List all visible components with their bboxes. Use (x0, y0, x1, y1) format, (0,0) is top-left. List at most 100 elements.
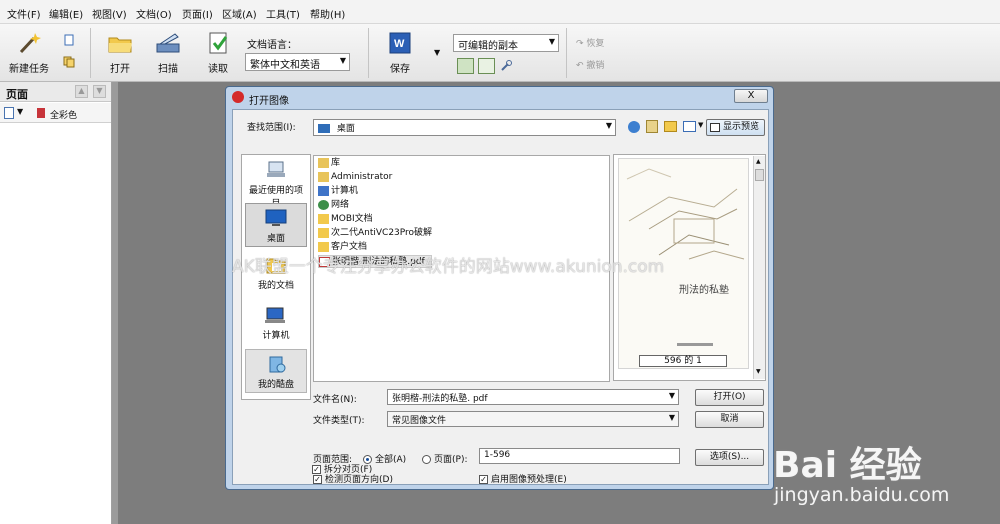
new-folder-icon[interactable] (664, 121, 677, 132)
new-task-button[interactable]: 新建任务 (6, 32, 52, 75)
page-subset-label: 页面(P): (434, 455, 468, 465)
chevron-down-icon[interactable]: ▼ (698, 121, 703, 129)
watermark-baidu-logo: Bai 经验 (773, 445, 922, 486)
restore-button[interactable]: ↷ 恢复 (576, 36, 604, 49)
pages-panel-toolbar: ▼ 全彩色 (0, 103, 111, 123)
checkbox-checked[interactable]: ✓ (479, 475, 488, 484)
show-preview-label: 显示预览 (723, 122, 760, 132)
dialog-title: 打开图像 (249, 96, 289, 107)
list-item[interactable]: 次二代AntiVC23Pro破解 (318, 227, 432, 240)
place-kupan-label: 我的酷盘 (257, 380, 294, 390)
filetype-select[interactable]: 常见图像文件 ▼ (387, 411, 679, 427)
dialog-titlebar[interactable]: 打开图像 X (226, 87, 773, 107)
enable-preprocess-option[interactable]: ✓ 启用图像预处理(E) (479, 472, 567, 485)
svg-text:W: W (394, 38, 405, 50)
doc-language-label: 文档语言： (247, 40, 297, 51)
scroll-down-icon[interactable]: ▼ (756, 368, 761, 375)
open-button[interactable]: 打开 (100, 32, 140, 75)
look-in-select[interactable]: 桌面 ▼ (313, 119, 616, 136)
open-file-button[interactable]: 打开(O) (695, 389, 764, 406)
options-button[interactable]: 选项(S)... (695, 449, 764, 466)
filename-value: 张明楷-刑法的私塾. pdf (392, 394, 488, 404)
copy-icon[interactable] (63, 56, 75, 68)
new-task-label: 新建任务 (9, 64, 49, 75)
panel-splitter[interactable] (112, 82, 118, 524)
library-icon (318, 157, 329, 168)
place-desktop[interactable]: 桌面 (245, 203, 307, 247)
menu-edit[interactable]: 编辑(E) (49, 6, 83, 21)
show-preview-button[interactable]: 显示预览 (706, 119, 765, 136)
page-subset-option[interactable]: 页面(P): (422, 452, 467, 465)
list-item[interactable]: 库 (318, 157, 340, 170)
preview-icon (710, 123, 720, 132)
page-range-input[interactable]: 1-596 (479, 448, 680, 464)
menu-area[interactable]: 区域(A) (222, 6, 257, 21)
menu-page[interactable]: 页面(I) (182, 6, 213, 21)
user-folder-icon (318, 171, 329, 182)
preview-page-indicator: 596 的 1 (639, 355, 727, 367)
redo-icon: ↷ (576, 39, 587, 49)
detect-orientation-label: 检测页面方向(D) (325, 475, 393, 485)
split-pages-label: 拆分对页(F) (324, 465, 373, 475)
layout-icon[interactable] (457, 58, 474, 74)
radio-unselected[interactable] (422, 455, 431, 464)
read-button[interactable]: 读取 (198, 32, 238, 75)
wrench-icon[interactable] (500, 60, 512, 72)
checkbox-checked[interactable]: ✓ (312, 465, 321, 474)
menu-bar: 文件(F) 编辑(E) 视图(V) 文档(O) 页面(I) 区域(A) 工具(T… (0, 0, 1000, 24)
list-item[interactable]: Administrator (318, 171, 392, 184)
move-down-icon[interactable]: ▼ (93, 85, 106, 98)
save-dropdown-icon[interactable]: ▼ (434, 48, 440, 57)
place-computer[interactable]: 计算机 (245, 301, 307, 341)
color-mode-label[interactable]: 全彩色 (50, 108, 77, 121)
pages-panel: 页面 ▲ ▼ ▼ 全彩色 (0, 82, 112, 524)
computer-icon (318, 185, 329, 196)
list-item[interactable]: 计算机 (318, 185, 358, 198)
place-recent[interactable]: 最近使用的项目 (245, 156, 307, 209)
menu-help[interactable]: 帮助(H) (310, 6, 345, 21)
list-item[interactable]: 网络 (318, 199, 349, 212)
menu-file[interactable]: 文件(F) (7, 6, 41, 21)
save-format-select[interactable]: 可编辑的副本 ▼ (453, 34, 559, 52)
scroll-up-icon[interactable]: ▲ (756, 158, 761, 165)
menu-document[interactable]: 文档(O) (136, 6, 172, 21)
up-folder-icon[interactable] (646, 120, 658, 133)
undo-button[interactable]: ↶ 撤销 (576, 58, 604, 71)
color-mode-icon (37, 108, 45, 118)
list-item[interactable]: MOBI文档 (318, 213, 373, 226)
desktop-icon (264, 208, 288, 228)
close-button[interactable]: X (734, 89, 768, 103)
network-icon (318, 199, 329, 210)
watermark-akunion: AK联盟一个专注分享办公软件的网站www.akunion.com (232, 257, 665, 277)
folder-icon (318, 213, 329, 224)
place-computer-label: 计算机 (262, 331, 290, 341)
place-kupan[interactable]: 我的酷盘 (245, 349, 307, 393)
checkbox-checked[interactable]: ✓ (313, 475, 322, 484)
page-icon[interactable] (63, 34, 75, 46)
look-in-label: 查找范围(I): (247, 123, 296, 133)
enable-preprocess-label: 启用图像预处理(E) (491, 475, 567, 485)
folder-icon (318, 241, 329, 252)
doc-language-select[interactable]: 繁体中文和英语 ▼ (245, 53, 350, 71)
cloud-drive-icon (264, 354, 288, 374)
chevron-down-icon: ▼ (668, 391, 675, 400)
menu-tools[interactable]: 工具(T) (266, 6, 300, 21)
move-up-icon[interactable]: ▲ (75, 85, 88, 98)
back-icon[interactable] (628, 121, 640, 133)
preview-scrollbar[interactable]: ▲ ▼ (753, 156, 765, 379)
scanner-icon (155, 32, 181, 54)
page-view-icon[interactable] (4, 107, 14, 119)
scan-button[interactable]: 扫描 (148, 32, 188, 75)
page-view-icon[interactable] (478, 58, 495, 74)
folder-icon (318, 227, 329, 238)
split-pages-option[interactable]: ✓ 拆分对页(F) (312, 462, 372, 475)
chevron-down-icon[interactable]: ▼ (17, 107, 23, 116)
filetype-label: 文件类型(T): (313, 416, 365, 426)
filename-input[interactable]: 张明楷-刑法的私塾. pdf ▼ (387, 389, 679, 405)
menu-view[interactable]: 视图(V) (92, 6, 127, 21)
scrollbar-thumb[interactable] (755, 169, 764, 181)
scan-label: 扫描 (158, 64, 178, 75)
save-button[interactable]: W 保存 (380, 32, 420, 75)
cancel-button[interactable]: 取消 (695, 411, 764, 428)
view-menu-icon[interactable] (683, 121, 696, 132)
